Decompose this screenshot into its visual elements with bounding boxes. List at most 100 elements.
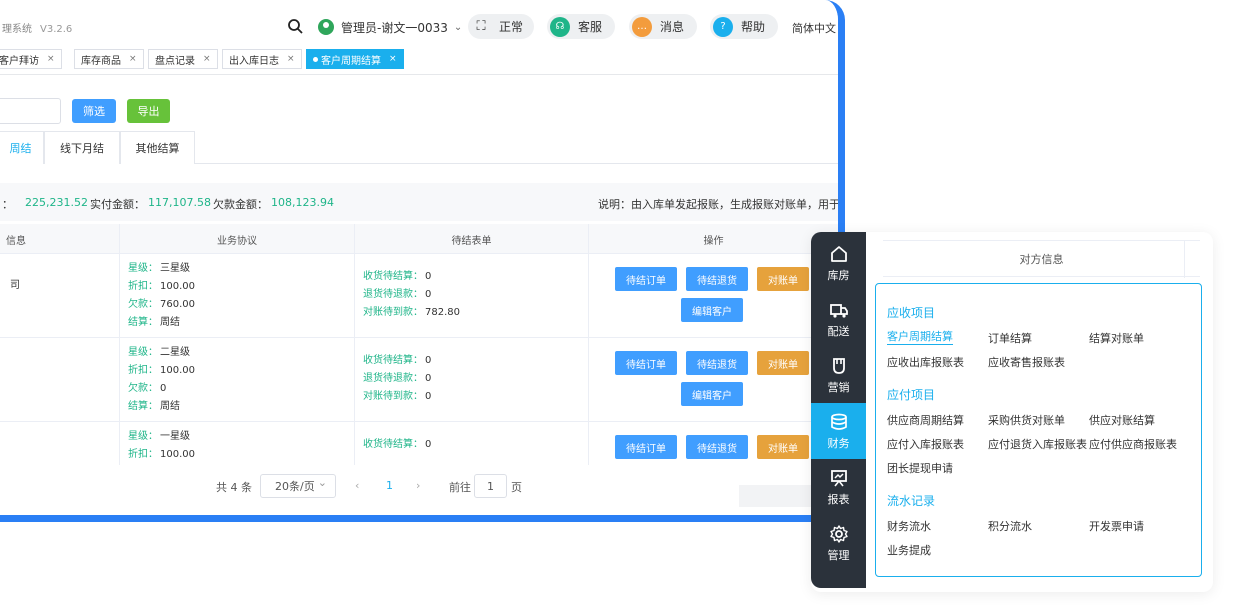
prev-page-icon[interactable]: ‹	[355, 479, 359, 492]
active-dot-icon	[313, 56, 318, 62]
statement-button[interactable]: 对账单	[757, 267, 809, 291]
nav-label: 营销	[827, 380, 850, 394]
user-name: 管理员-谢文一0033	[341, 20, 448, 35]
discount-value: 100.00	[160, 449, 195, 460]
settlement-tabs: 周结 线下月结 其他结算	[0, 131, 838, 164]
close-icon[interactable]: ×	[389, 54, 397, 64]
top-bar: 理系统 V3.2.6 管理员-谢文一0033 ⌄ ⛶ 正常 ☊ 客服 … 消息 ?…	[0, 0, 838, 45]
page-size-select[interactable]: 20条/页	[260, 474, 336, 498]
menu-ar-outbound-report[interactable]: 应收出库报账表	[887, 354, 964, 370]
recv-label: 收货待结算：	[363, 355, 423, 366]
statement-button[interactable]: 对账单	[757, 435, 809, 459]
summary-note: 说明：由入库单发起报账，生成报账对账单，用于跟刻	[598, 198, 845, 211]
close-icon[interactable]: ×	[203, 54, 211, 64]
edit-customer-button[interactable]: 编辑客户	[681, 382, 743, 406]
customer-service-button[interactable]: ☊ 客服	[547, 14, 615, 39]
menu-ap-supplier-report[interactable]: 应付供应商报账表	[1089, 436, 1177, 452]
settle-value: 周结	[160, 317, 180, 328]
menu-order-settlement[interactable]: 订单结算	[988, 330, 1032, 346]
agreement-cell: 星级： 一星级 折扣： 100.00	[120, 422, 355, 465]
nav-label: 配送	[827, 324, 850, 338]
edit-customer-button[interactable]: 编辑客户	[681, 298, 743, 322]
tab-inventory[interactable]: 库存商品 ×	[74, 49, 144, 69]
menu-leader-withdrawal[interactable]: 团长提现申请	[887, 460, 953, 476]
tab-other[interactable]: 其他结算	[120, 131, 195, 164]
tab-stocktake[interactable]: 盘点记录 ×	[148, 49, 218, 69]
nav-delivery[interactable]: 配送	[811, 291, 866, 347]
close-icon[interactable]: ×	[287, 54, 295, 64]
discount-value: 100.00	[160, 365, 195, 376]
menu-finance-ledger[interactable]: 财务流水	[887, 518, 931, 534]
table-header: 信息 业务协议 待结表单 操作	[0, 224, 838, 254]
menu-supplier-cycle-settlement[interactable]: 供应商周期结算	[887, 412, 964, 428]
paid-amount: 117,107.58	[148, 196, 211, 209]
nav-marketing[interactable]: 营销	[811, 347, 866, 403]
filter-button[interactable]: 筛选	[72, 99, 116, 123]
discount-value: 100.00	[160, 281, 195, 292]
menu-ap-return-inbound-report[interactable]: 应付退货入库报账表	[988, 436, 1087, 452]
help-label: 帮助	[741, 20, 766, 34]
pending-return-button[interactable]: 待结退货	[686, 267, 748, 291]
menu-customer-cycle-settlement[interactable]: 客户周期结算	[887, 330, 953, 345]
menu-invoice-request[interactable]: 开发票申请	[1089, 518, 1144, 534]
tab-customer-visit[interactable]: 客户拜访 ×	[0, 49, 62, 69]
export-button[interactable]: 导出	[127, 99, 170, 123]
fullscreen-button[interactable]: ⛶ 正常	[468, 14, 534, 39]
section-ledger: 流水记录	[887, 494, 936, 508]
menu-commission[interactable]: 业务提成	[887, 542, 931, 558]
search-icon[interactable]	[287, 18, 303, 34]
agreement-cell: 星级： 三星级 折扣： 100.00 欠款： 760.00 结算： 周结	[120, 254, 355, 337]
level-value: 三星级	[160, 263, 190, 274]
truck-icon	[829, 303, 848, 318]
menu-settlement-statement[interactable]: 结算对账单	[1089, 330, 1144, 346]
settle-value: 周结	[160, 401, 180, 412]
pending-lines: 收货待结算： 0	[363, 436, 431, 454]
debt-value: 0	[160, 383, 167, 394]
board-icon	[830, 469, 847, 486]
next-page-icon[interactable]: ›	[416, 479, 420, 492]
col-agreement: 业务协议	[120, 224, 355, 254]
tab-weekly[interactable]: 周结	[0, 131, 44, 164]
pending-lines: 收货待结算： 0 退货待退款： 0 对账待到款： 0	[363, 352, 431, 406]
nav-finance[interactable]: 财务	[811, 403, 866, 459]
statement-button[interactable]: 对账单	[757, 351, 809, 375]
cup-icon	[832, 357, 845, 374]
pending-return-button[interactable]: 待结退货	[686, 351, 748, 375]
reconcile-value: 782.80	[425, 307, 460, 318]
level-label: 星级：	[128, 263, 158, 274]
tab-label: 客户周期结算	[321, 55, 381, 67]
level-label: 星级：	[128, 431, 158, 442]
help-button[interactable]: ? 帮助	[710, 14, 778, 39]
menu-purchase-statement[interactable]: 采购供货对账单	[988, 412, 1065, 428]
menu-supply-reconcile[interactable]: 供应对账结算	[1089, 412, 1155, 428]
nav-label: 财务	[827, 436, 850, 450]
language-switch[interactable]: 简体中文	[792, 20, 836, 36]
user-icon	[318, 19, 334, 35]
pending-order-button[interactable]: 待结订单	[615, 267, 677, 291]
actions-cell: 待结订单 待结退货 对账单	[589, 422, 838, 465]
nav-reports[interactable]: 报表	[811, 459, 866, 515]
page-number[interactable]: 1	[386, 479, 393, 492]
menu-points-ledger[interactable]: 积分流水	[988, 518, 1032, 534]
tab-label: 盘点记录	[155, 55, 195, 67]
nav-warehouse[interactable]: 库房	[811, 235, 866, 291]
discount-label: 折扣：	[128, 365, 158, 376]
pending-order-button[interactable]: 待结订单	[615, 435, 677, 459]
close-icon[interactable]: ×	[47, 54, 55, 64]
panel-table-header: 对方信息	[883, 240, 1200, 278]
user-menu[interactable]: 管理员-谢文一0033 ⌄	[318, 17, 462, 37]
search-input[interactable]	[0, 98, 61, 124]
menu-ap-inbound-report[interactable]: 应付入库报账表	[887, 436, 964, 452]
tab-customer-cycle-settlement[interactable]: 客户周期结算 ×	[306, 49, 404, 69]
messages-button[interactable]: … 消息	[629, 14, 697, 39]
nav-management[interactable]: 管理	[811, 515, 866, 571]
app-title: 理系统 V3.2.6	[2, 20, 72, 35]
tab-offline-monthly[interactable]: 线下月结	[44, 131, 120, 164]
menu-ar-consignment-report[interactable]: 应收寄售报账表	[988, 354, 1065, 370]
pending-return-button[interactable]: 待结退货	[686, 435, 748, 459]
close-icon[interactable]: ×	[129, 54, 137, 64]
tab-io-log[interactable]: 出入库日志 ×	[222, 49, 302, 69]
pending-order-button[interactable]: 待结订单	[615, 351, 677, 375]
goto-page-input[interactable]: 1	[474, 474, 507, 498]
headset-icon: ☊	[550, 16, 570, 37]
